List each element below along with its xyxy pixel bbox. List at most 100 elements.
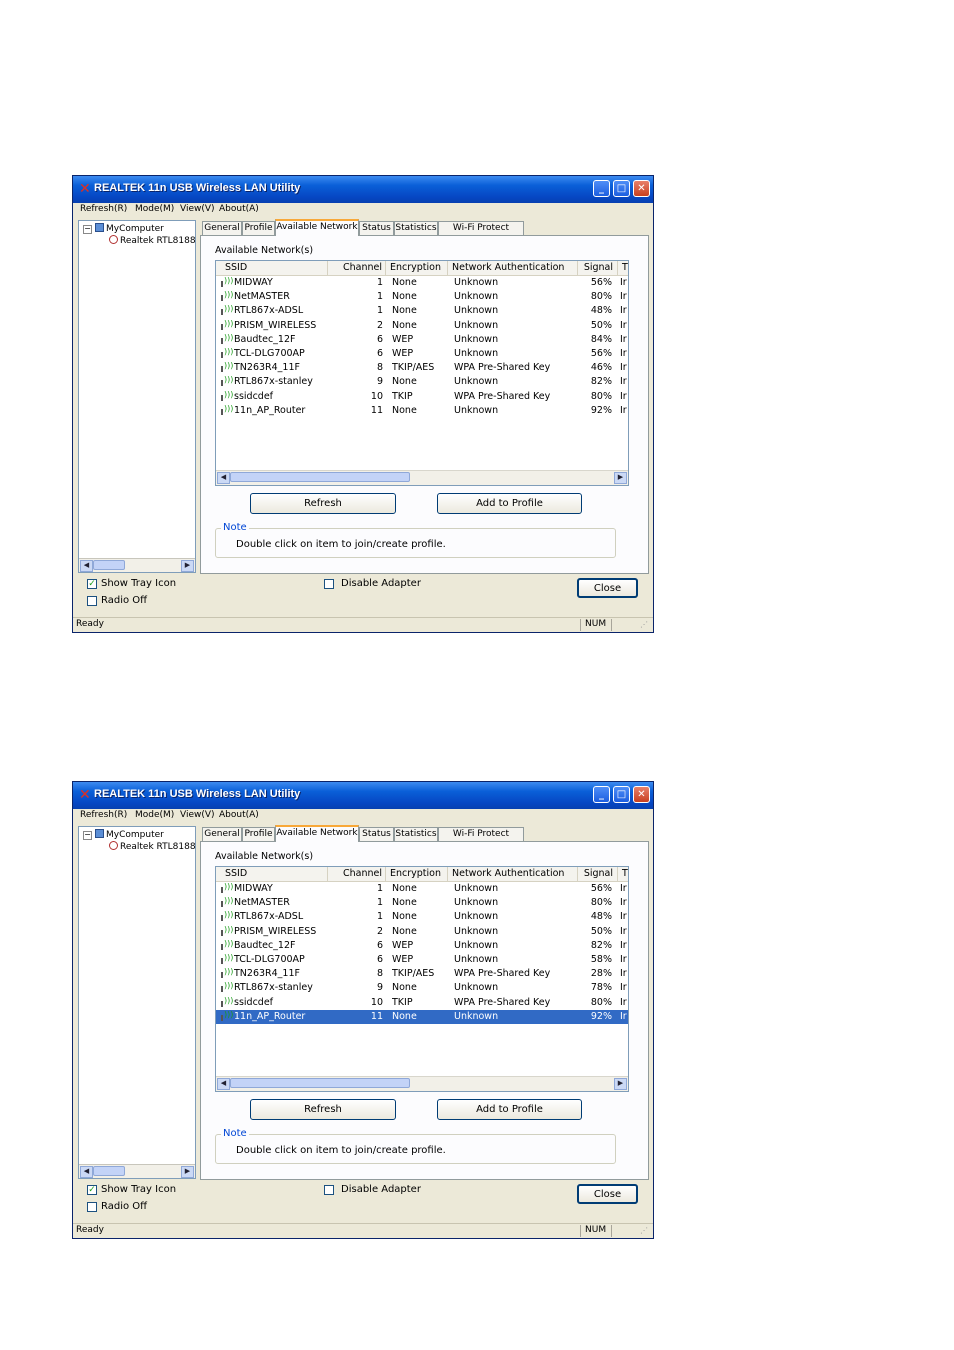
maximize-button[interactable]: □ (613, 180, 630, 197)
tree-horizontal-scrollbar[interactable]: ◀ ▶ (79, 1164, 195, 1178)
close-window-button[interactable]: ✕ (633, 786, 650, 803)
network-row[interactable]: ))) Baudtec_12F 6 WEP Unknown 84% Ir (216, 333, 628, 347)
network-row[interactable]: ))) TCL-DLG700AP 6 WEP Unknown 56% Ir (216, 347, 628, 361)
close-button[interactable]: Close (577, 1184, 638, 1204)
menu-about[interactable]: About(A) (219, 810, 259, 820)
menu-refresh[interactable]: Refresh(R) (80, 204, 127, 214)
column-ssid[interactable]: SSID (216, 261, 328, 275)
show-tray-icon-checkbox[interactable]: ✓ (87, 1185, 97, 1195)
column-type[interactable]: T (618, 867, 628, 881)
network-row[interactable]: ))) PRISM_WIRELESS 2 None Unknown 50% Ir (216, 319, 628, 333)
resize-grip-icon[interactable]: ⋰ (640, 1226, 651, 1237)
menu-refresh[interactable]: Refresh(R) (80, 810, 127, 820)
tab-wifi-protect-setup[interactable]: Wi-Fi Protect Setup (438, 827, 524, 852)
column-encryption[interactable]: Encryption (386, 261, 448, 275)
tab-available-network[interactable]: Available Network (275, 219, 359, 236)
network-row[interactable]: ))) TN263R4_11F 8 TKIP/AES WPA Pre-Shared Ke… (216, 361, 628, 375)
device-tree[interactable]: − MyComputer Realtek RTL8188 ◀ ▶ (78, 826, 196, 1179)
add-to-profile-button[interactable]: Add to Profile (437, 1099, 582, 1120)
column-encryption[interactable]: Encryption (386, 867, 448, 881)
show-tray-icon-checkbox[interactable]: ✓ (87, 579, 97, 589)
disable-adapter-checkbox[interactable] (324, 579, 334, 589)
tab-status[interactable]: Status (359, 221, 394, 235)
resize-grip-icon[interactable]: ⋰ (640, 620, 651, 631)
column-network-authentication[interactable]: Network Authentication (448, 261, 578, 275)
column-ssid[interactable]: SSID (216, 867, 328, 881)
column-signal[interactable]: Signal (578, 261, 618, 275)
network-row[interactable]: ))) RTL867x-ADSL 1 None Unknown 48% Ir (216, 910, 628, 924)
tree-root[interactable]: − MyComputer (79, 828, 195, 841)
menu-view[interactable]: View(V) (180, 204, 215, 214)
network-row[interactable]: ))) NetMASTER 1 None Unknown 80% Ir (216, 290, 628, 304)
tab-profile[interactable]: Profile (242, 827, 275, 841)
scroll-left-icon[interactable]: ◀ (217, 472, 230, 484)
network-row[interactable]: ))) ssidcdef 10 TKIP WPA Pre-Shared Key 80% Ir (216, 996, 628, 1010)
menu-mode[interactable]: Mode(M) (135, 810, 174, 820)
minimize-button[interactable]: _ (593, 180, 610, 197)
network-row[interactable]: ))) RTL867x-ADSL 1 None Unknown 48% Ir (216, 304, 628, 318)
close-window-button[interactable]: ✕ (633, 180, 650, 197)
tab-wifi-protect-setup[interactable]: Wi-Fi Protect Setup (438, 221, 524, 246)
network-row[interactable]: ))) NetMASTER 1 None Unknown 80% Ir (216, 896, 628, 910)
network-row[interactable]: ))) RTL867x-stanley 9 None Unknown 82% Ir (216, 375, 628, 389)
network-row[interactable]: ))) PRISM_WIRELESS 2 None Unknown 50% Ir (216, 925, 628, 939)
collapse-icon[interactable]: − (83, 831, 92, 840)
title-bar[interactable]: ✕ REALTEK 11n USB Wireless LAN Utility _… (73, 176, 653, 203)
add-to-profile-button[interactable]: Add to Profile (437, 493, 582, 514)
tab-general[interactable]: General (202, 827, 242, 841)
radio-off-checkbox[interactable] (87, 596, 97, 606)
tree-adapter[interactable]: Realtek RTL8188 (109, 235, 195, 248)
scroll-right-icon[interactable]: ▶ (181, 1166, 194, 1178)
tab-general[interactable]: General (202, 221, 242, 235)
tab-statistics[interactable]: Statistics (394, 221, 438, 235)
network-row[interactable]: ))) MIDWAY 1 None Unknown 56% Ir (216, 276, 628, 290)
disable-adapter-checkbox[interactable] (324, 1185, 334, 1195)
close-button[interactable]: Close (577, 578, 638, 598)
refresh-button[interactable]: Refresh (250, 493, 396, 514)
maximize-button[interactable]: □ (613, 786, 630, 803)
column-channel[interactable]: Channel (328, 261, 386, 275)
network-row[interactable]: ))) 11n_AP_Router 11 None Unknown 92% Ir (216, 404, 628, 418)
collapse-icon[interactable]: − (83, 225, 92, 234)
tab-profile[interactable]: Profile (242, 221, 275, 235)
network-row[interactable]: ))) MIDWAY 1 None Unknown 56% Ir (216, 882, 628, 896)
network-row[interactable]: ))) Baudtec_12F 6 WEP Unknown 82% Ir (216, 939, 628, 953)
column-network-authentication[interactable]: Network Authentication (448, 867, 578, 881)
tree-adapter[interactable]: Realtek RTL8188 (109, 841, 195, 854)
network-list[interactable]: SSID Channel Encryption Network Authenti… (215, 866, 629, 1092)
tab-statistics[interactable]: Statistics (394, 827, 438, 841)
scroll-thumb[interactable] (230, 472, 410, 482)
scroll-right-icon[interactable]: ▶ (614, 472, 627, 484)
menu-view[interactable]: View(V) (180, 810, 215, 820)
network-row[interactable]: ))) RTL867x-stanley 9 None Unknown 78% Ir (216, 981, 628, 995)
menu-about[interactable]: About(A) (219, 204, 259, 214)
list-horizontal-scrollbar[interactable]: ◀ ▶ (216, 470, 628, 485)
network-row[interactable]: ))) TCL-DLG700AP 6 WEP Unknown 58% Ir (216, 953, 628, 967)
minimize-button[interactable]: _ (593, 786, 610, 803)
list-horizontal-scrollbar[interactable]: ◀ ▶ (216, 1076, 628, 1091)
scroll-left-icon[interactable]: ◀ (80, 560, 93, 572)
network-row[interactable]: ))) 11n_AP_Router 11 None Unknown 92% Ir (216, 1009, 628, 1024)
scroll-thumb[interactable] (93, 560, 125, 570)
tab-status[interactable]: Status (359, 827, 394, 841)
scroll-thumb[interactable] (93, 1166, 125, 1176)
scroll-left-icon[interactable]: ◀ (217, 1078, 230, 1090)
tree-horizontal-scrollbar[interactable]: ◀ ▶ (79, 558, 195, 572)
column-channel[interactable]: Channel (328, 867, 386, 881)
column-signal[interactable]: Signal (578, 867, 618, 881)
tab-available-network[interactable]: Available Network (275, 825, 359, 842)
refresh-button[interactable]: Refresh (250, 1099, 396, 1120)
scroll-thumb[interactable] (230, 1078, 410, 1088)
network-row[interactable]: ))) ssidcdef 10 TKIP WPA Pre-Shared Key 80% Ir (216, 390, 628, 404)
radio-off-checkbox[interactable] (87, 1202, 97, 1212)
title-bar[interactable]: ✕ REALTEK 11n USB Wireless LAN Utility _… (73, 782, 653, 809)
network-list[interactable]: SSID Channel Encryption Network Authenti… (215, 260, 629, 486)
network-row[interactable]: ))) TN263R4_11F 8 TKIP/AES WPA Pre-Shared Ke… (216, 967, 628, 981)
scroll-left-icon[interactable]: ◀ (80, 1166, 93, 1178)
scroll-right-icon[interactable]: ▶ (614, 1078, 627, 1090)
menu-mode[interactable]: Mode(M) (135, 204, 174, 214)
column-type[interactable]: T (618, 261, 628, 275)
device-tree[interactable]: − MyComputer Realtek RTL8188 ◀ ▶ (78, 220, 196, 573)
scroll-right-icon[interactable]: ▶ (181, 560, 194, 572)
tree-root[interactable]: − MyComputer (79, 222, 195, 235)
